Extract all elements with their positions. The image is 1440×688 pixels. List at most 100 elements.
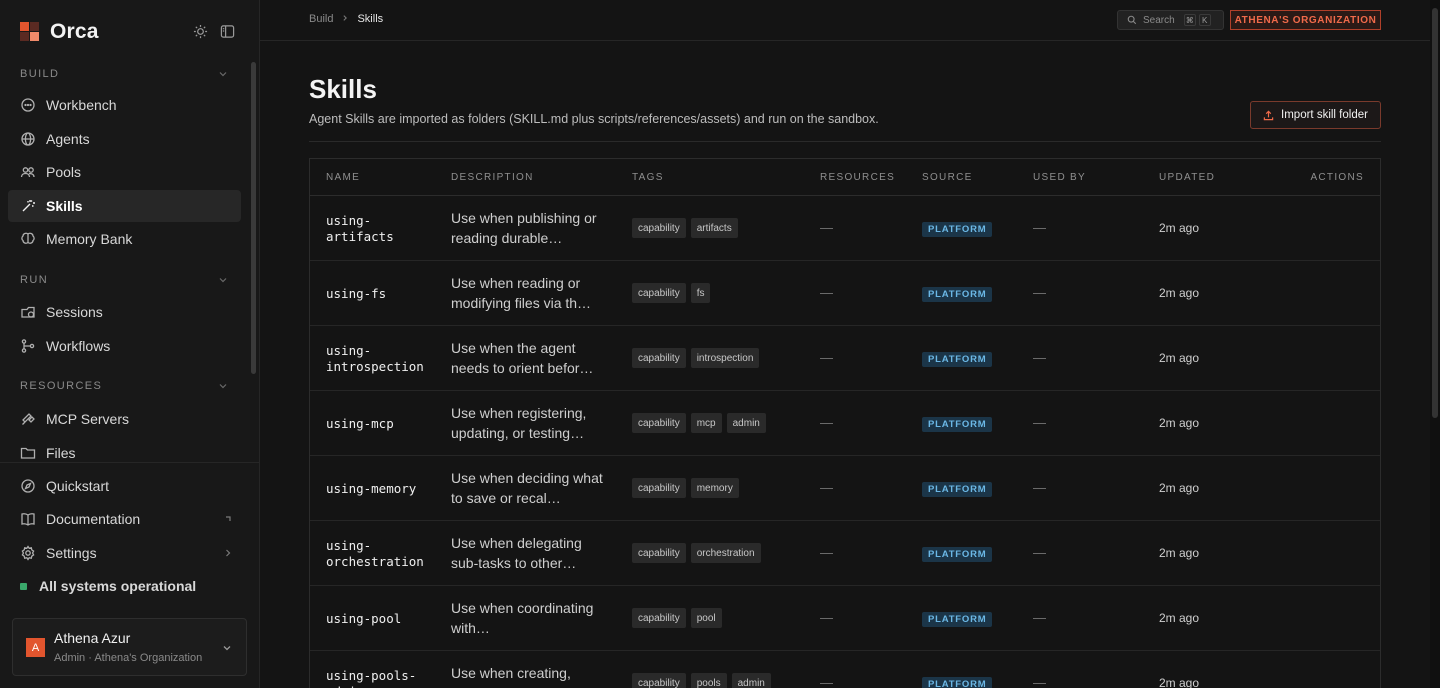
orca-logo-icon <box>20 22 40 42</box>
skill-name[interactable]: using-pool <box>326 611 401 627</box>
source-badge: PLATFORM <box>922 677 993 688</box>
sidebar-item-workbench[interactable]: Workbench <box>8 89 241 121</box>
tag-chip[interactable]: capability <box>632 348 686 368</box>
column-header-updated[interactable]: UPDATED <box>1159 172 1215 183</box>
table-row[interactable]: using-pool Use when coordinating with… cap… <box>310 586 1380 651</box>
skill-tags: capability memory <box>632 478 739 498</box>
skill-resources: — <box>820 285 833 300</box>
import-skill-folder-button[interactable]: Import skill folder <box>1250 101 1381 129</box>
sidebar-toggle-icon[interactable] <box>220 24 235 39</box>
tag-chip[interactable]: capability <box>632 413 686 433</box>
skill-tags: capability fs <box>632 283 711 303</box>
skill-updated: 2m ago <box>1159 286 1200 300</box>
skills-table: NAME DESCRIPTION TAGS RESOURCES SOURCE U… <box>309 158 1381 688</box>
table-row[interactable]: using-mcp Use when registering, updating,… <box>310 391 1380 456</box>
column-header-tags[interactable]: TAGS <box>632 172 664 183</box>
table-row[interactable]: using-memory Use when deciding what to sa… <box>310 456 1380 521</box>
tag-chip[interactable]: pools <box>690 673 727 688</box>
skill-name[interactable]: using- artifacts <box>326 213 394 245</box>
system-status[interactable]: All systems operational <box>20 578 196 594</box>
plug-icon <box>20 411 36 427</box>
column-header-name[interactable]: NAME <box>326 172 360 183</box>
table-row[interactable]: using- introspection Use when the agent n… <box>310 326 1380 391</box>
tag-chip[interactable]: mcp <box>690 413 722 433</box>
column-header-description[interactable]: DESCRIPTION <box>451 172 534 183</box>
tag-chip[interactable]: capability <box>632 478 686 498</box>
divider <box>309 141 1381 142</box>
divider <box>0 462 259 463</box>
skill-name[interactable]: using- orchestration <box>326 538 424 570</box>
breadcrumb-build[interactable]: Build <box>309 13 333 25</box>
skill-description: Use when registering, updating, or testi… <box>451 405 587 441</box>
tag-chip[interactable]: artifacts <box>690 218 738 238</box>
skill-name[interactable]: using- introspection <box>326 343 424 375</box>
skill-resources: — <box>820 610 833 625</box>
tag-chip[interactable]: capability <box>632 283 686 303</box>
column-header-resources[interactable]: RESOURCES <box>820 172 895 183</box>
sidebar-item-quickstart[interactable]: Quickstart <box>8 470 241 502</box>
tag-chip[interactable]: admin <box>726 413 766 433</box>
table-header: NAME DESCRIPTION TAGS RESOURCES SOURCE U… <box>310 159 1380 196</box>
sidebar-item-settings[interactable]: Settings <box>8 537 241 569</box>
skill-resources: — <box>820 675 833 688</box>
section-header-run[interactable]: RUN <box>20 272 228 288</box>
sidebar-item-label: Workflows <box>46 338 111 354</box>
chevron-down-icon <box>219 384 227 389</box>
column-header-source[interactable]: SOURCE <box>922 172 973 183</box>
sidebar-item-agents[interactable]: Agents <box>8 123 241 155</box>
skill-description: Use when deciding what to save or recal… <box>451 470 603 506</box>
skill-name[interactable]: using-pools- admin <box>326 668 416 688</box>
skill-name[interactable]: using-mcp <box>326 416 394 432</box>
sun-icon[interactable] <box>193 24 208 39</box>
tag-chip[interactable]: memory <box>690 478 739 498</box>
table-row[interactable]: using-fs Use when reading or modifying fi… <box>310 261 1380 326</box>
skill-updated: 2m ago <box>1159 481 1200 495</box>
section-header-build[interactable]: BUILD <box>20 66 228 82</box>
sidebar-item-memory-bank[interactable]: Memory Bank <box>8 223 241 255</box>
tag-chip[interactable]: fs <box>690 283 711 303</box>
tag-chip[interactable]: capability <box>632 218 686 238</box>
org-switcher[interactable]: ATHENA'S ORGANIZATION <box>1230 10 1381 30</box>
skill-resources: — <box>820 480 833 495</box>
sidebar-scrollbar[interactable] <box>251 62 256 374</box>
brain-icon <box>20 231 36 247</box>
tag-chip[interactable]: introspection <box>690 348 760 368</box>
skill-tags: capability introspection <box>632 348 760 368</box>
sidebar-item-documentation[interactable]: Documentation <box>8 503 241 535</box>
sidebar-item-pools[interactable]: Pools <box>8 156 241 188</box>
tag-chip[interactable]: capability <box>632 673 686 688</box>
tag-chip[interactable]: admin <box>731 673 771 688</box>
sidebar-item-workflows[interactable]: Workflows <box>8 330 241 362</box>
chevron-right-icon <box>223 548 233 558</box>
sidebar-item-sessions[interactable]: Sessions <box>8 296 241 328</box>
skill-used-by: — <box>1033 415 1046 430</box>
skill-used-by: — <box>1033 545 1046 560</box>
table-row[interactable]: using-pools- admin Use when creating, reg… <box>310 651 1380 688</box>
sidebar-item-skills[interactable]: Skills <box>8 190 241 222</box>
tag-chip[interactable]: pool <box>690 608 722 628</box>
table-row[interactable]: using- orchestration Use when delegating … <box>310 521 1380 586</box>
import-label: Import skill folder <box>1281 109 1368 121</box>
sidebar-item-label: MCP Servers <box>46 411 129 427</box>
source-badge: PLATFORM <box>922 482 993 497</box>
column-header-used-by[interactable]: USED BY <box>1033 172 1086 183</box>
skill-name[interactable]: using-memory <box>326 481 416 497</box>
sidebar-item-mcp-servers[interactable]: MCP Servers <box>8 403 241 435</box>
page-scrollbar[interactable] <box>1432 8 1438 418</box>
tag-chip[interactable]: orchestration <box>690 543 761 563</box>
tag-chip[interactable]: capability <box>632 608 686 628</box>
sidebar-nav: BUILD Workbench Agents Pools Skills Memo… <box>0 56 258 460</box>
tag-chip[interactable]: capability <box>632 543 686 563</box>
brand[interactable]: Orca <box>20 20 99 44</box>
table-row[interactable]: using- artifacts Use when publishing or r… <box>310 196 1380 261</box>
search-button[interactable]: Search ⌘ K <box>1117 10 1224 30</box>
upload-icon <box>1263 110 1274 120</box>
sidebar-item-label: Files <box>46 445 76 460</box>
user-menu[interactable]: A Athena Azur Admin · Athena's Organizat… <box>12 618 247 676</box>
skill-tags: capability artifacts <box>632 218 738 238</box>
user-role: Admin · Athena's Organization <box>54 652 203 664</box>
skill-updated: 2m ago <box>1159 221 1200 235</box>
skill-name[interactable]: using-fs <box>326 286 386 302</box>
sidebar-item-files[interactable]: Files <box>8 437 241 460</box>
section-header-resources[interactable]: RESOURCES <box>20 378 228 394</box>
